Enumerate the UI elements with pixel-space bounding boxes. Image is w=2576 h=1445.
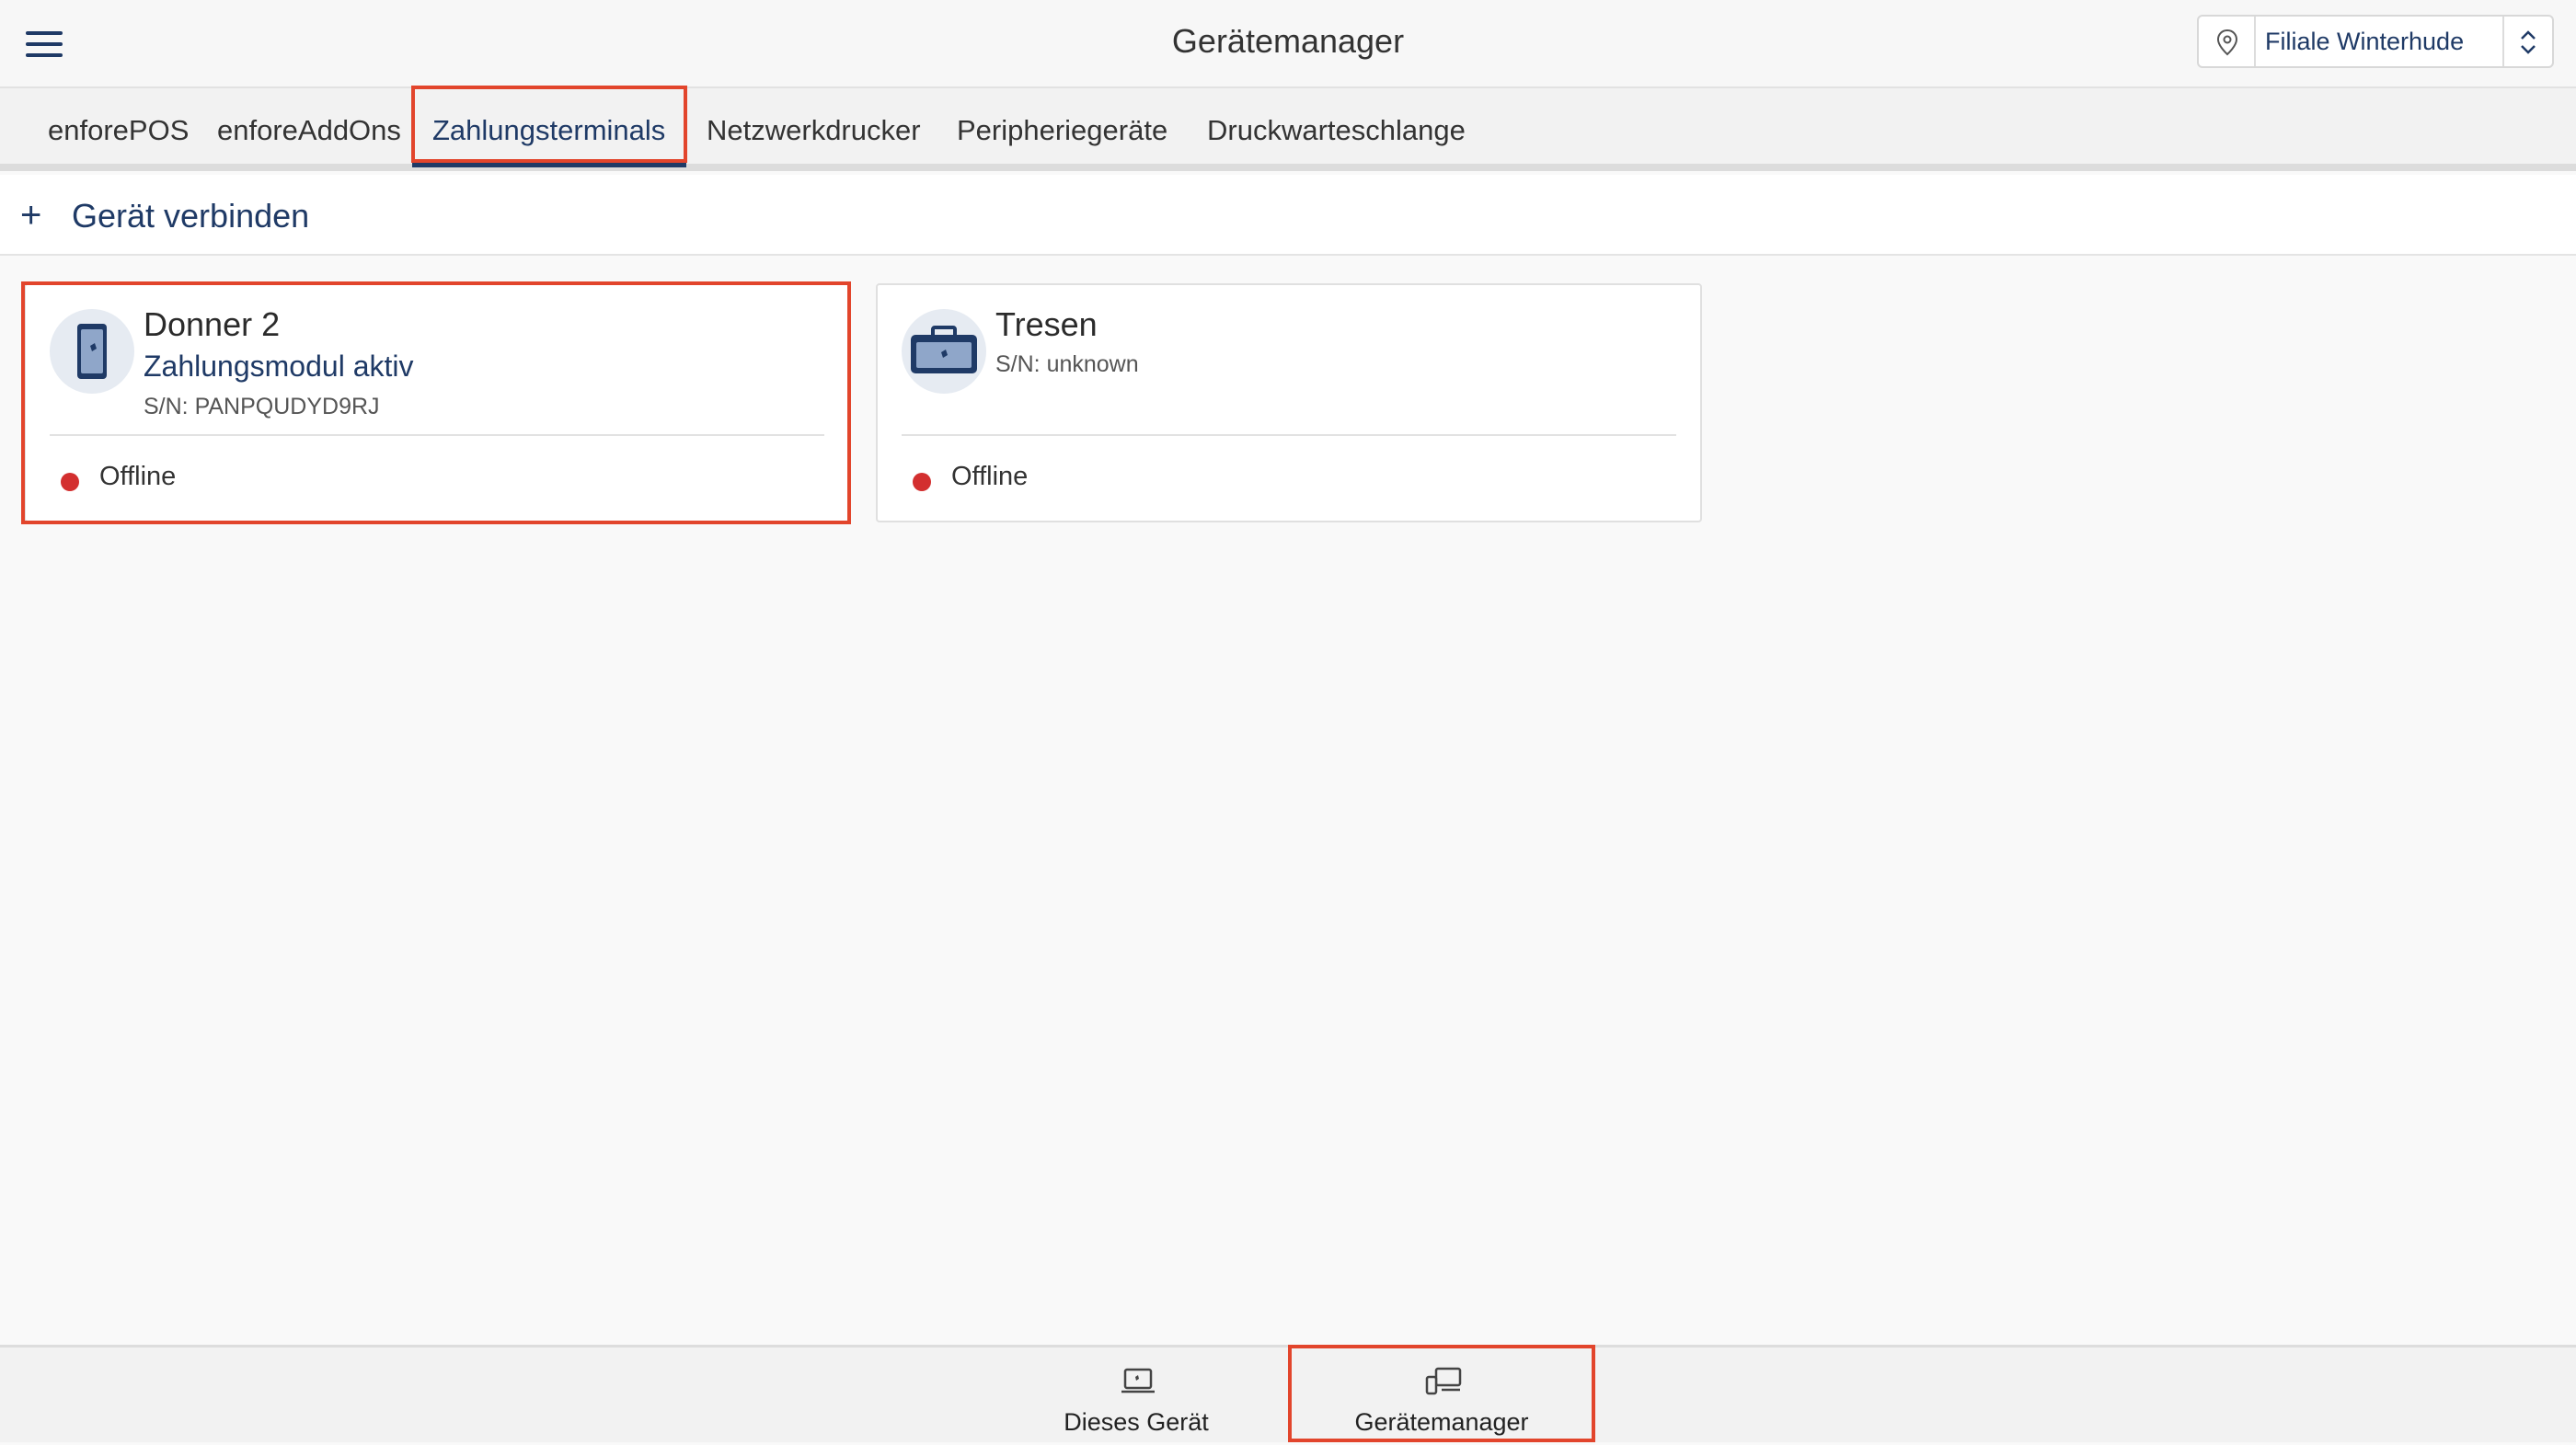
active-tab-indicator xyxy=(412,160,686,167)
divider xyxy=(50,434,824,436)
handheld-terminal-icon xyxy=(50,309,134,394)
connection-status: Offline xyxy=(99,462,177,491)
chevron-up-down-icon xyxy=(2521,30,2536,54)
connect-device-label: Gerät verbinden xyxy=(72,197,310,235)
nav-this-device[interactable]: Dieses Gerät xyxy=(984,1348,1288,1445)
connection-status: Offline xyxy=(951,462,1029,491)
store-selector[interactable]: Filiale Winterhude xyxy=(2197,15,2554,68)
device-name: Tresen xyxy=(995,305,1098,343)
tab-zahlungsterminals[interactable]: Zahlungsterminals xyxy=(432,114,665,147)
device-module-status: Zahlungsmodul aktiv xyxy=(144,350,414,383)
nav-device-manager[interactable]: Gerätemanager xyxy=(1290,1348,1593,1445)
tab-bar: enforePOS enforeAddOns Zahlungsterminals… xyxy=(0,88,2576,171)
page-title: Gerätemanager xyxy=(1171,22,1405,60)
offline-status-dot xyxy=(913,473,931,491)
bottom-navigation: Dieses Gerät Gerätemanager xyxy=(0,1345,2576,1442)
counter-terminal-icon xyxy=(902,309,986,394)
store-name: Filiale Winterhude xyxy=(2265,28,2465,55)
plus-icon: + xyxy=(20,195,42,235)
location-pin-icon xyxy=(2216,29,2238,56)
action-row: + Gerät verbinden xyxy=(0,175,2576,256)
nav-label: Dieses Gerät xyxy=(1064,1408,1209,1436)
device-manager-icon xyxy=(1425,1367,1462,1395)
tab-netzwerkdrucker[interactable]: Netzwerkdrucker xyxy=(707,114,921,147)
tab-peripheriegeraete[interactable]: Peripheriegeräte xyxy=(957,114,1167,147)
this-device-icon xyxy=(1121,1368,1155,1393)
device-card-tresen[interactable]: Tresen S/N: unknown Offline xyxy=(876,283,1702,522)
device-serial: S/N: PANPQUDYD9RJ xyxy=(144,394,380,419)
tab-enforeaddons[interactable]: enforeAddOns xyxy=(217,114,401,147)
nav-label: Gerätemanager xyxy=(1354,1408,1529,1436)
tab-druckwarteschlange[interactable]: Druckwarteschlange xyxy=(1207,114,1466,147)
device-card-donner-2[interactable]: Donner 2 Zahlungsmodul aktiv S/N: PANPQU… xyxy=(24,283,850,522)
offline-status-dot xyxy=(61,473,79,491)
tab-enforepos[interactable]: enforePOS xyxy=(48,114,189,147)
divider xyxy=(902,434,1676,436)
top-bar: Gerätemanager Filiale Winterhude xyxy=(0,0,2576,88)
device-serial: S/N: unknown xyxy=(995,351,1139,377)
device-name: Donner 2 xyxy=(144,305,281,343)
